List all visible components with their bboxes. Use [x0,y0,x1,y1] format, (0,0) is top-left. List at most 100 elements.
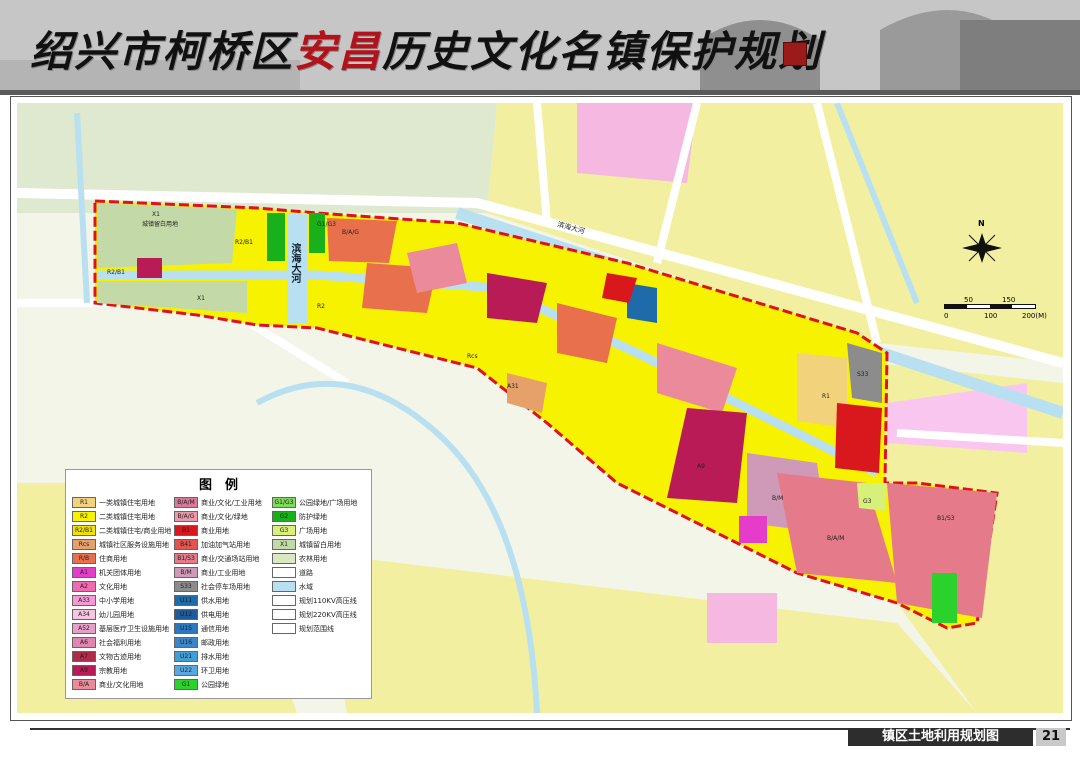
page-title: 绍兴市柯桥区安昌历史文化名镇保护规划 [30,18,822,79]
legend-swatch: G1 [174,679,198,690]
legend-swatch: X1 [272,539,296,550]
legend-item: G1 公园绿地 [174,679,229,690]
legend-swatch: B1/S3 [174,553,198,564]
map-label-bag: B/A/G [342,229,359,236]
map-label-a31: A31 [507,383,519,390]
legend-swatch: Rcs [72,539,96,550]
legend-swatch: B/M [174,567,198,578]
legend-swatch: G2 [272,511,296,522]
legend-label: 规划范围线 [299,624,334,633]
legend-label: 广场用地 [299,526,327,535]
legend-label: 一类城镇住宅用地 [99,498,155,507]
legend-swatch [272,609,296,620]
legend-label: 文化用地 [99,582,127,591]
legend-swatch: U15 [174,623,198,634]
map-label-r2b1a: R2/B1 [235,239,253,246]
legend-label: 基层医疗卫生设施用地 [99,624,169,633]
legend-label: 城镇社区服务设施用地 [99,540,169,549]
legend-item: A33 中小学用地 [72,595,134,606]
legend-item: 道路 [272,567,313,578]
legend-label: 商业/文化/绿地 [201,512,248,521]
legend-label: 农林用地 [299,554,327,563]
map-label-x1-bottom: X1 [197,295,205,302]
legend-swatch: B/A/M [174,497,198,508]
map-label-r2c: R2 [317,303,325,310]
legend-item: A9 宗教用地 [72,665,127,676]
scale-tick-150: 150 [1002,296,1016,304]
north-label: N [978,219,985,228]
legend-label: 二类城镇住宅用地 [99,512,155,521]
legend-item: X1 城镇留白用地 [272,539,341,550]
map-label-bam: B/A/M [827,535,845,542]
legend-item: U22 环卫用地 [174,665,229,676]
a1-block [739,516,767,543]
legend-label: 排水用地 [201,652,229,661]
legend-item: U21 排水用地 [174,651,229,662]
legend-item: B41 加油加气站用地 [174,539,250,550]
school-area-south [707,593,777,643]
legend-item: A7 文物古迹用地 [72,651,141,662]
river-label-1: 滨海大河 [289,243,300,283]
scale-bar-graphic [944,304,1036,309]
legend-label: 防护绿地 [299,512,327,521]
footer-caption: 镇区土地利用规划图 [848,728,1033,746]
legend-title: 图 例 [198,478,238,493]
legend-swatch: A9 [72,665,96,676]
legend-label: 公园绿地/广场用地 [299,498,358,507]
legend-label: 二类城镇住宅/商业用地 [99,526,172,535]
legend-swatch: R1 [72,497,96,508]
legend-label: 公园绿地 [201,680,229,689]
legend-label: 道路 [299,568,313,577]
title-highlight: 安昌 [294,27,383,76]
legend-label: 社会福利用地 [99,638,141,647]
scale-tick-100: 100 [984,312,998,320]
legend-swatch: A6 [72,637,96,648]
title-banner: 绍兴市柯桥区安昌历史文化名镇保护规划 [0,0,1080,95]
legend-swatch: B1 [174,525,198,536]
legend-label: 商业/文化/工业用地 [201,498,262,507]
legend-item: U11 供水用地 [174,595,229,606]
legend-item: A34 幼儿园用地 [72,609,134,620]
legend-swatch [272,567,296,578]
legend-label: 宗教用地 [99,666,127,675]
legend-item: Rcs 城镇社区服务设施用地 [72,539,169,550]
legend-item: U16 邮政用地 [174,637,229,648]
legend-item: B1 商业用地 [174,525,229,536]
page-number: 21 [1036,728,1066,746]
a9-block-west [137,258,162,278]
legend-swatch: U16 [174,637,198,648]
map-label-bm: B/M [772,495,784,502]
legend-item: G1/G3 公园绿地/广场用地 [272,497,357,508]
map-label-b1s3: B1/S3 [937,515,955,522]
legend-label: 商业/工业用地 [201,568,246,577]
map-legend: 图 例 R1 一类城镇住宅用地 R2 二类城镇住宅用地 R2/B1 二类城镇住宅/商业用地… [65,469,372,699]
legend-label: 机关团体用地 [99,568,141,577]
legend-item: R/B 住商用地 [72,553,127,564]
title-part1: 绍兴市柯桥区 [30,27,295,76]
map-label-s33: S33 [857,371,869,378]
legend-swatch: G1/G3 [272,497,296,508]
map-label-rcs: Rcs [467,353,478,360]
legend-item: G2 防护绿地 [272,511,327,522]
map-label-r2b1b: R2/B1 [107,269,125,276]
scale-tick-50: 50 [964,296,973,304]
legend-item: B/A 商业/文化用地 [72,679,143,690]
g3-block [857,483,887,511]
legend-label: 社会停车场用地 [201,582,250,591]
legend-item: 规划220KV高压线 [272,609,357,620]
legend-swatch: A1 [72,567,96,578]
x1-area-north [97,203,237,268]
legend-swatch: U21 [174,651,198,662]
legend-label: 住商用地 [99,554,127,563]
legend-swatch [272,595,296,606]
legend-item: A6 社会福利用地 [72,637,141,648]
legend-swatch: A33 [72,595,96,606]
legend-swatch: B/A [72,679,96,690]
legend-item: B/A/G 商业/文化/绿地 [174,511,248,522]
legend-swatch: G3 [272,525,296,536]
legend-swatch: A7 [72,651,96,662]
map-label-x1-top: X1 [152,211,160,218]
legend-item: U12 供电用地 [174,609,229,620]
scale-tick-200: 200(M) [1022,312,1047,320]
legend-label: 商业/文化用地 [99,680,144,689]
